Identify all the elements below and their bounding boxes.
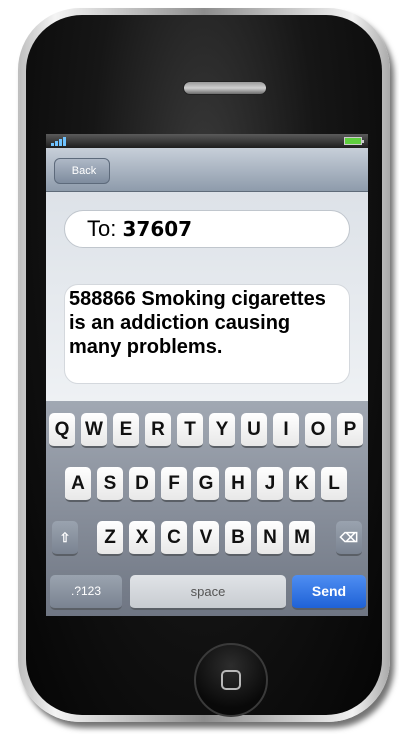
status-bar bbox=[46, 134, 368, 148]
key-u[interactable]: U bbox=[241, 413, 267, 448]
battery-icon bbox=[344, 137, 364, 145]
space-key[interactable]: space bbox=[130, 575, 286, 610]
shift-key-icon[interactable]: ⇧ bbox=[52, 521, 78, 556]
nav-bar: Back bbox=[46, 148, 368, 192]
key-r[interactable]: R bbox=[145, 413, 171, 448]
recipient-number: 37607 bbox=[122, 217, 193, 241]
key-q[interactable]: Q bbox=[49, 413, 75, 448]
send-button[interactable]: Send bbox=[292, 575, 366, 610]
recipient-field[interactable]: To: 37607 bbox=[64, 210, 350, 248]
key-s[interactable]: S bbox=[97, 467, 123, 502]
key-k[interactable]: K bbox=[289, 467, 315, 502]
message-field[interactable]: 588866 Smoking cigarettes is an addictio… bbox=[64, 284, 350, 384]
key-y[interactable]: Y bbox=[209, 413, 235, 448]
speaker-grille bbox=[183, 81, 267, 95]
message-code: 588866 bbox=[69, 288, 136, 310]
key-h[interactable]: H bbox=[225, 467, 251, 502]
back-button[interactable]: Back bbox=[54, 158, 110, 184]
home-square-icon bbox=[221, 670, 241, 690]
key-o[interactable]: O bbox=[305, 413, 331, 448]
delete-key-icon[interactable]: ⌫ bbox=[336, 521, 362, 556]
key-l[interactable]: L bbox=[321, 467, 347, 502]
recipient-label: To: bbox=[87, 216, 117, 241]
key-v[interactable]: V bbox=[193, 521, 219, 556]
compose-area: To: 37607 588866 Smoking cigarettes is a… bbox=[46, 192, 368, 401]
home-button[interactable] bbox=[194, 643, 268, 717]
phone-screen: Back To: 37607 588866 Smoking cigarettes… bbox=[46, 134, 368, 616]
key-j[interactable]: J bbox=[257, 467, 283, 502]
key-a[interactable]: A bbox=[65, 467, 91, 502]
key-b[interactable]: B bbox=[225, 521, 251, 556]
key-n[interactable]: N bbox=[257, 521, 283, 556]
key-p[interactable]: P bbox=[337, 413, 363, 448]
key-f[interactable]: F bbox=[161, 467, 187, 502]
key-c[interactable]: C bbox=[161, 521, 187, 556]
key-z[interactable]: Z bbox=[97, 521, 123, 556]
keyboard: Q W E R T Y U I O P A S D F G H J K L ⇧ Z X C V B N M ⌫ .?123 space Se… bbox=[46, 401, 368, 616]
key-t[interactable]: T bbox=[177, 413, 203, 448]
key-m[interactable]: M bbox=[289, 521, 315, 556]
key-x[interactable]: X bbox=[129, 521, 155, 556]
key-g[interactable]: G bbox=[193, 467, 219, 502]
key-w[interactable]: W bbox=[81, 413, 107, 448]
key-e[interactable]: E bbox=[113, 413, 139, 448]
numbers-key[interactable]: .?123 bbox=[50, 575, 122, 610]
signal-icon bbox=[51, 137, 67, 146]
key-i[interactable]: I bbox=[273, 413, 299, 448]
key-d[interactable]: D bbox=[129, 467, 155, 502]
